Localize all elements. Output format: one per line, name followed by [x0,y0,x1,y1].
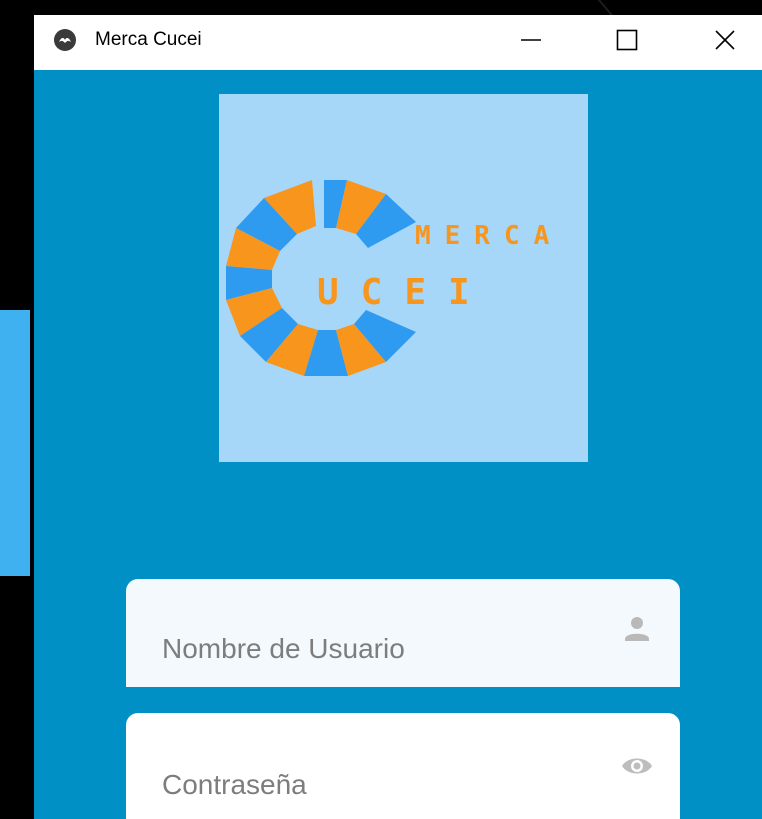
window-title: Merca Cucei [95,29,202,50]
minimize-button[interactable] [506,15,556,65]
title-bar[interactable]: Merca Cucei [34,15,762,70]
logo-word-merca: MERCA [415,221,563,251]
username-field-container [126,579,680,687]
close-button[interactable] [700,15,750,65]
merca-cucei-logo: MERCA UCEI [219,94,588,462]
user-icon [625,617,649,641]
maximize-icon [616,29,638,51]
app-window: Merca Cucei MERCA UCEI Nombre de Usuario [34,15,762,819]
password-field-container [126,713,680,819]
username-input[interactable] [162,629,602,669]
minimize-icon [521,39,541,41]
close-icon [715,30,735,50]
maximize-button[interactable] [602,15,652,65]
background-window-edge [0,310,30,576]
logo-graphic: MERCA UCEI [226,180,563,376]
password-input[interactable] [162,765,602,805]
desktop: Merca Cucei MERCA UCEI Nombre de Usuario [0,0,762,819]
logo-word-cucei: UCEI [317,272,492,313]
eye-icon[interactable] [620,749,654,783]
app-icon [54,29,76,51]
